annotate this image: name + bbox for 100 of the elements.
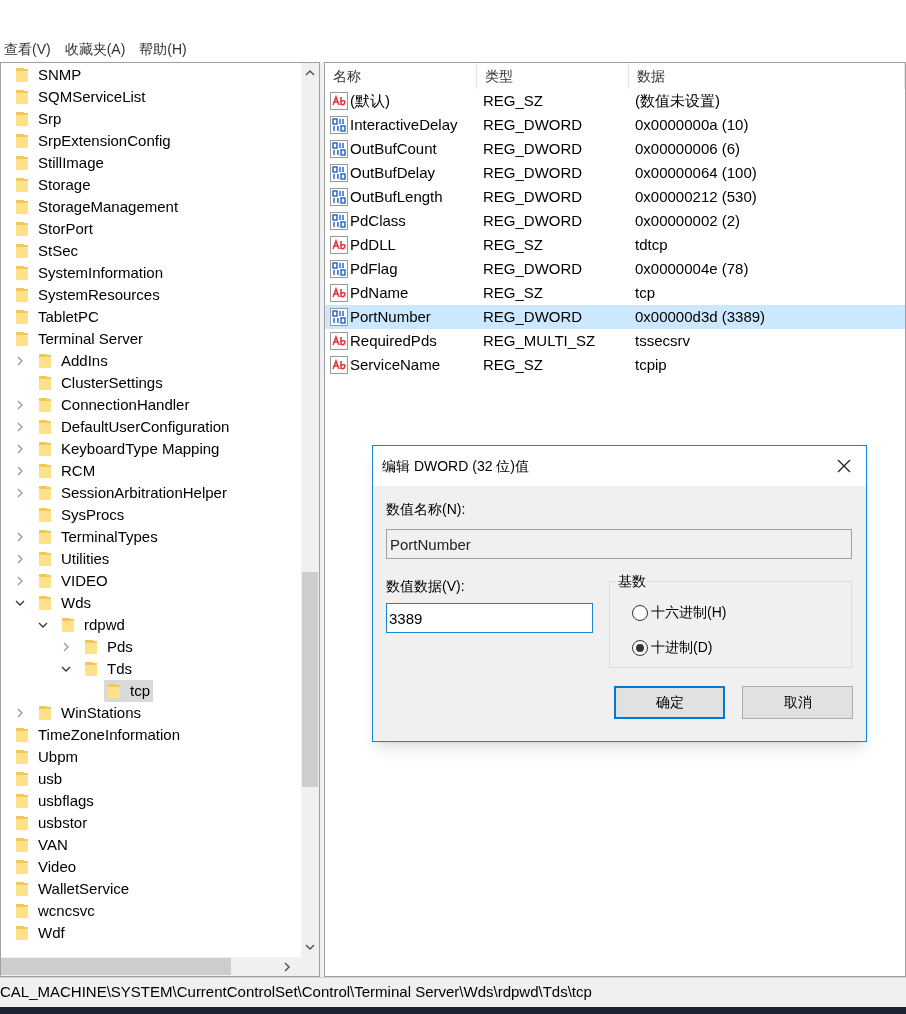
tree-item[interactable]: SNMP (12, 64, 85, 86)
tree-item[interactable]: StorPort (12, 218, 97, 240)
chevron-right-icon[interactable] (15, 466, 25, 476)
tree-item[interactable]: Wds (35, 592, 94, 614)
value-row[interactable]: RequiredPds REG_MULTI_SZ tssecsrv (325, 329, 905, 353)
tree-item[interactable]: Utilities (35, 548, 113, 570)
tree-item[interactable]: SystemInformation (12, 262, 167, 284)
radio-button[interactable] (632, 639, 648, 656)
value-data-field[interactable]: 3389 (386, 603, 593, 633)
chevron-right-icon[interactable] (15, 554, 25, 564)
tree-item[interactable]: tcp (104, 680, 153, 702)
value-row[interactable]: InteractiveDelay REG_DWORD 0x0000000a (10) (325, 113, 905, 137)
tree-item[interactable]: StSec (12, 240, 82, 262)
radio-label[interactable]: 十六进制(H) (651, 602, 727, 623)
chevron-down-icon[interactable] (61, 664, 71, 674)
chevron-right-icon[interactable] (15, 422, 25, 432)
tree-item[interactable]: Terminal Server (12, 328, 147, 350)
column-header[interactable]: 名称 (325, 63, 477, 89)
tree-item[interactable]: WinStations (35, 702, 145, 724)
menu-item[interactable]: 帮助(H) (139, 38, 187, 60)
chevron-right-icon[interactable] (15, 576, 25, 586)
value-row[interactable]: OutBufLength REG_DWORD 0x00000212 (530) (325, 185, 905, 209)
tree-item[interactable]: SessionArbitrationHelper (35, 482, 230, 504)
scroll-down-icon[interactable] (305, 943, 315, 951)
value-data: 0x00000064 (100) (634, 162, 757, 183)
value-type: REG_DWORD (482, 258, 584, 279)
scrollbar-thumb[interactable] (302, 572, 318, 787)
column-header[interactable]: 类型 (477, 63, 629, 89)
tree-item[interactable]: RCM (35, 460, 99, 482)
tree-item[interactable]: SysProcs (35, 504, 128, 526)
tree-item[interactable]: ClusterSettings (35, 372, 166, 394)
chevron-right-icon[interactable] (15, 708, 25, 718)
chevron-down-icon[interactable] (38, 620, 48, 630)
folder-icon (15, 903, 29, 919)
tree-item[interactable]: usbstor (12, 812, 91, 834)
value-row[interactable]: (默认) REG_SZ (数值未设置) (325, 89, 905, 113)
chevron-right-icon[interactable] (61, 642, 71, 652)
tree-item[interactable]: Tds (81, 658, 135, 680)
value-row[interactable]: PortNumber REG_DWORD 0x00000d3d (3389) (325, 305, 905, 329)
tree-item[interactable]: TerminalTypes (35, 526, 161, 548)
radio-label[interactable]: 十进制(D) (651, 637, 713, 658)
tree-item[interactable]: Ubpm (12, 746, 81, 768)
tree-item[interactable]: ConnectionHandler (35, 394, 193, 416)
tree-item[interactable]: TabletPC (12, 306, 102, 328)
tree-item[interactable]: SystemResources (12, 284, 163, 306)
tree-item[interactable]: rdpwd (58, 614, 128, 636)
chevron-down-icon[interactable] (15, 598, 25, 608)
tree-item[interactable]: Video (12, 856, 80, 878)
tree-item[interactable]: VIDEO (35, 570, 111, 592)
tree-item[interactable]: SQMServiceList (12, 86, 149, 108)
tree-item[interactable]: Storage (12, 174, 94, 196)
value-row[interactable]: PdDLL REG_SZ tdtcp (325, 233, 905, 257)
tree-item[interactable]: KeyboardType Mapping (35, 438, 223, 460)
tree-item[interactable]: usbflags (12, 790, 97, 812)
value-row[interactable]: OutBufDelay REG_DWORD 0x00000064 (100) (325, 161, 905, 185)
scroll-up-icon[interactable] (305, 69, 315, 77)
chevron-right-icon[interactable] (15, 488, 25, 498)
value-row[interactable]: ServiceName REG_SZ tcpip (325, 353, 905, 377)
menu-item[interactable]: 收藏夹(A) (64, 38, 126, 60)
value-row[interactable]: PdFlag REG_DWORD 0x0000004e (78) (325, 257, 905, 281)
folder-icon (38, 419, 52, 435)
vertical-scrollbar[interactable] (301, 63, 319, 957)
dialog-button[interactable]: 取消 (742, 686, 853, 719)
tree-item[interactable]: AddIns (35, 350, 111, 372)
menu-item[interactable]: 查看(V) (4, 38, 51, 60)
value-row[interactable]: PdName REG_SZ tcp (325, 281, 905, 305)
column-header[interactable]: 数据 (629, 63, 905, 89)
tree-item[interactable]: VAN (12, 834, 71, 856)
tree-item[interactable]: DefaultUserConfiguration (35, 416, 233, 438)
tree-item[interactable]: usb (12, 768, 66, 790)
dialog-button[interactable]: 确定 (614, 686, 725, 719)
tree-item[interactable]: Wdf (12, 922, 68, 944)
folder-icon (15, 749, 29, 765)
tree-item[interactable]: StillImage (12, 152, 107, 174)
value-row[interactable]: PdClass REG_DWORD 0x00000002 (2) (325, 209, 905, 233)
value-name: PortNumber (350, 306, 431, 327)
tree-item[interactable]: WalletService (12, 878, 133, 900)
tree-item[interactable]: TimeZoneInformation (12, 724, 183, 746)
close-icon[interactable] (837, 459, 851, 473)
value-type: REG_DWORD (482, 210, 584, 231)
scrollbar-thumb[interactable] (1, 958, 231, 975)
chevron-right-icon[interactable] (15, 400, 25, 410)
radio-button[interactable] (632, 604, 648, 621)
folder-icon (107, 683, 121, 699)
scroll-right-icon[interactable] (283, 961, 291, 972)
folder-icon (15, 265, 29, 281)
chevron-right-icon[interactable] (15, 444, 25, 454)
string-value-icon (330, 284, 348, 302)
tree-item[interactable]: Pds (81, 636, 136, 658)
horizontal-scrollbar[interactable] (1, 957, 319, 976)
tree-item[interactable]: StorageManagement (12, 196, 182, 218)
binary-value-icon (330, 308, 348, 326)
tree-item[interactable]: Srp (12, 108, 65, 130)
value-row[interactable]: OutBufCount REG_DWORD 0x00000006 (6) (325, 137, 905, 161)
tree-item[interactable]: SrpExtensionConfig (12, 130, 174, 152)
chevron-right-icon[interactable] (15, 356, 25, 366)
folder-icon (38, 375, 52, 391)
tree-item[interactable]: wcncsvc (12, 900, 98, 922)
value-name: PdName (350, 282, 409, 303)
chevron-right-icon[interactable] (15, 532, 25, 542)
